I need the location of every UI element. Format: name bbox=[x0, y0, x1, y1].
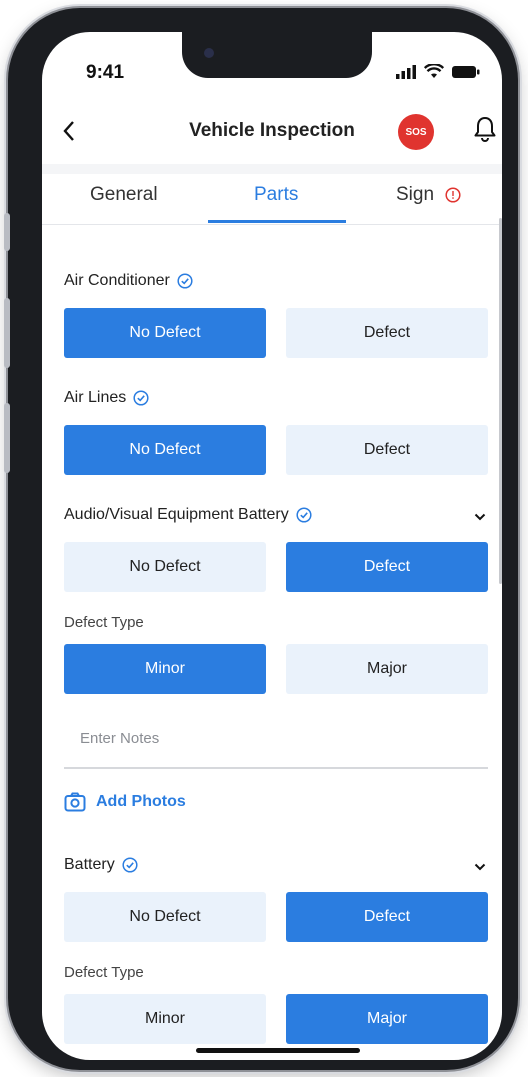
tab-sign[interactable]: Sign bbox=[396, 184, 461, 206]
item-av-equipment-battery-label: Audio/Visual Equipment Battery bbox=[64, 506, 312, 524]
defect-type-label: Defect Type bbox=[64, 614, 144, 631]
app-header: Vehicle Inspection SOS bbox=[42, 102, 502, 164]
notes-input[interactable]: Enter Notes bbox=[80, 730, 159, 747]
defect-button[interactable]: Defect bbox=[286, 308, 488, 358]
volume-up-button bbox=[4, 298, 10, 368]
add-photos-button[interactable]: Add Photos bbox=[64, 792, 186, 812]
item-name: Air Lines bbox=[64, 389, 127, 406]
no-defect-button[interactable]: No Defect bbox=[64, 425, 266, 475]
signal-icon bbox=[396, 64, 416, 79]
minor-button[interactable]: Minor bbox=[64, 994, 266, 1044]
add-photos-label: Add Photos bbox=[96, 793, 186, 810]
home-indicator[interactable] bbox=[196, 1048, 360, 1053]
chevron-down-icon bbox=[474, 513, 486, 521]
active-tab-indicator bbox=[208, 220, 346, 223]
no-defect-button[interactable]: No Defect bbox=[64, 308, 266, 358]
screen: 9:41 Vehicle Inspection SOS General Part… bbox=[42, 32, 502, 1060]
sos-button[interactable]: SOS bbox=[398, 114, 434, 150]
tabs-divider bbox=[42, 224, 502, 225]
defect-button[interactable]: Defect bbox=[286, 892, 488, 942]
item-air-lines-label: Air Lines bbox=[64, 389, 149, 407]
chevron-down-icon bbox=[474, 863, 486, 871]
status-icons bbox=[396, 64, 480, 79]
item-name: Battery bbox=[64, 856, 115, 873]
tab-general[interactable]: General bbox=[90, 184, 158, 206]
defect-type-label: Defect Type bbox=[64, 964, 144, 981]
check-circle-icon bbox=[296, 507, 312, 523]
notes-underline bbox=[64, 767, 488, 769]
wifi-icon bbox=[424, 64, 444, 78]
phone-frame: 9:41 Vehicle Inspection SOS General Part… bbox=[4, 8, 518, 1070]
major-button[interactable]: Major bbox=[286, 994, 488, 1044]
camera-icon bbox=[64, 792, 86, 812]
status-bar: 9:41 bbox=[42, 58, 502, 88]
no-defect-button[interactable]: No Defect bbox=[64, 892, 266, 942]
status-time: 9:41 bbox=[86, 62, 125, 83]
check-circle-icon bbox=[177, 273, 193, 289]
notifications-button[interactable] bbox=[474, 116, 496, 147]
scrollbar[interactable] bbox=[499, 218, 502, 584]
defect-button[interactable]: Defect bbox=[286, 425, 488, 475]
bell-icon bbox=[474, 117, 496, 142]
tab-parts[interactable]: Parts bbox=[254, 184, 298, 206]
no-defect-button[interactable]: No Defect bbox=[64, 542, 266, 592]
check-circle-icon bbox=[122, 857, 138, 873]
volume-down-button bbox=[4, 403, 10, 473]
camera-icon bbox=[204, 48, 214, 58]
minor-button[interactable]: Minor bbox=[64, 644, 266, 694]
battery-icon bbox=[452, 65, 480, 78]
item-name: Audio/Visual Equipment Battery bbox=[64, 506, 289, 523]
tab-bar: General Parts Sign bbox=[42, 174, 502, 224]
tab-sign-label: Sign bbox=[396, 184, 435, 205]
item-name: Air Conditioner bbox=[64, 272, 170, 289]
item-battery-label: Battery bbox=[64, 856, 138, 874]
header-divider bbox=[42, 164, 502, 174]
check-circle-icon bbox=[133, 390, 149, 406]
item-air-conditioner-label: Air Conditioner bbox=[64, 272, 193, 290]
expand-toggle[interactable] bbox=[474, 858, 486, 874]
defect-button[interactable]: Defect bbox=[286, 542, 488, 592]
silent-switch bbox=[4, 213, 10, 251]
expand-toggle[interactable] bbox=[474, 508, 486, 524]
warning-info-icon bbox=[445, 187, 461, 203]
major-button[interactable]: Major bbox=[286, 644, 488, 694]
